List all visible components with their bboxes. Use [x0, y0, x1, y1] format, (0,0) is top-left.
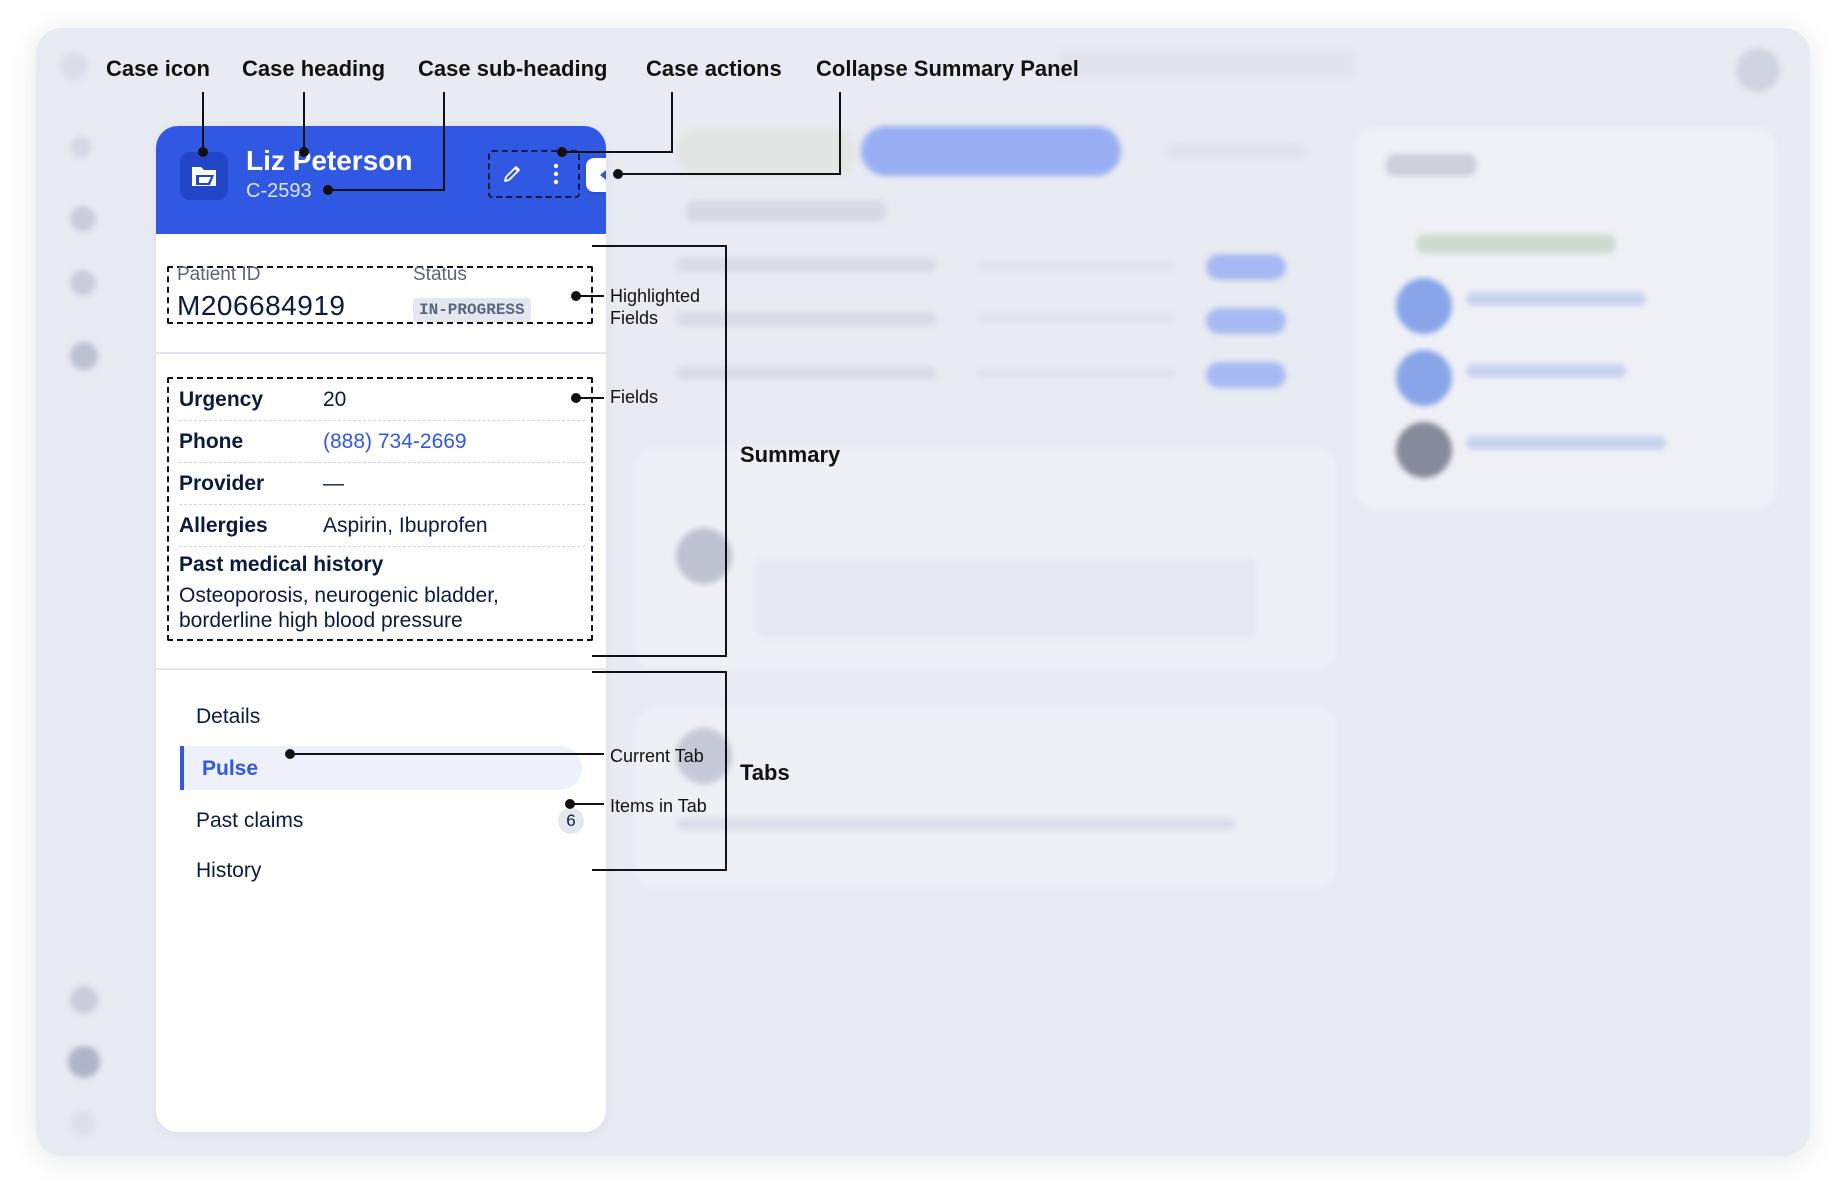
rail-icon	[70, 986, 98, 1014]
edit-button[interactable]	[495, 157, 529, 191]
tab-label: History	[196, 859, 262, 882]
caret-left-icon	[600, 170, 606, 180]
tab-pill	[676, 128, 856, 176]
list-row	[976, 314, 1176, 324]
field-phone: Phone (888) 734-2669	[179, 421, 585, 463]
list-badge	[1206, 362, 1286, 388]
case-heading: Liz Peterson	[246, 145, 413, 176]
tab-label: Pulse	[202, 757, 259, 780]
menu-icon	[60, 52, 88, 80]
panel-row	[1416, 234, 1616, 254]
field-urgency: Urgency 20	[179, 379, 585, 421]
annotation-case-icon: Case icon	[106, 56, 210, 81]
field-value: 20	[323, 388, 347, 411]
card-text	[676, 818, 1236, 830]
more-actions-button[interactable]	[539, 157, 573, 191]
patient-id-value: M206684919	[177, 290, 346, 321]
patient-id-label: Patient ID	[177, 264, 261, 285]
annotation-summary: Summary	[740, 442, 841, 467]
case-sub-heading: C-2593	[246, 180, 312, 202]
pencil-icon	[504, 166, 520, 182]
rail-icon	[70, 136, 92, 158]
annotation-items-in-tab: Items in Tab	[610, 796, 707, 816]
annotation-tabs: Tabs	[740, 760, 790, 785]
annotation-case-actions: Case actions	[646, 56, 782, 81]
case-summary-panel: Liz Peterson C-2593 Patient ID M20668491…	[156, 126, 606, 1132]
annotation-highlighted-fields: Highlighted Fields	[610, 286, 701, 328]
tab-pill-active	[861, 126, 1121, 176]
comment-box	[756, 558, 1256, 638]
field-label: Phone	[179, 430, 244, 453]
tab-count-badge: 6	[558, 808, 584, 834]
field-value: —	[323, 472, 344, 495]
tab-history[interactable]: History	[180, 848, 582, 892]
list-row	[976, 368, 1176, 378]
field-allergies: Allergies Aspirin, Ibuprofen	[179, 505, 585, 547]
tab-label: Details	[196, 705, 261, 728]
tab-label: Past claims	[196, 809, 304, 832]
past-medical-history-value: Osteoporosis, neurogenic bladder, border…	[179, 584, 499, 632]
more-vertical-icon	[553, 163, 559, 185]
rail-icon	[68, 1046, 100, 1078]
search-bar	[1056, 48, 1356, 80]
list-row	[676, 258, 936, 272]
highlighted-fields: Patient ID M206684919 Status IN-PROGRESS	[167, 264, 593, 324]
panel-title	[1386, 154, 1476, 176]
section-title	[686, 200, 886, 222]
annotation-case-heading: Case heading	[242, 56, 386, 81]
field-provider: Provider —	[179, 463, 585, 505]
avatar	[1396, 350, 1452, 406]
phone-link[interactable]: (888) 734-2669	[323, 430, 467, 454]
avatar	[1396, 422, 1452, 478]
rail-icon	[70, 342, 98, 370]
past-medical-history-label: Past medical history	[179, 553, 384, 576]
case-header: Liz Peterson C-2593	[156, 126, 606, 234]
panel-row	[1466, 364, 1626, 378]
folder-icon	[180, 152, 228, 200]
panel-row	[1466, 436, 1666, 450]
annotation-current-tab: Current Tab	[610, 746, 704, 766]
rail-icon	[70, 270, 96, 296]
divider	[156, 668, 606, 670]
avatar	[1396, 278, 1452, 334]
fields-section: Urgency 20 Phone (888) 734-2669 Provider…	[167, 377, 593, 641]
list-row	[976, 260, 1176, 270]
annotation-fields: Fields	[610, 387, 659, 407]
rail-icon	[70, 1110, 96, 1136]
tab-pill	[1166, 143, 1306, 159]
avatar	[676, 528, 732, 584]
case-actions	[488, 150, 580, 198]
annotation-collapse-panel: Collapse Summary Panel	[816, 56, 1079, 81]
field-label: Allergies	[179, 514, 268, 537]
field-label: Urgency	[179, 388, 264, 411]
status-label: Status	[413, 264, 467, 285]
avatar	[1736, 48, 1780, 92]
field-value: Aspirin, Ibuprofen	[323, 514, 488, 537]
list-row	[676, 366, 936, 380]
annotation-case-sub-heading: Case sub-heading	[418, 56, 608, 81]
status-badge: IN-PROGRESS	[413, 298, 531, 322]
list-badge	[1206, 254, 1286, 280]
rail-icon	[70, 206, 96, 232]
field-label: Provider	[179, 472, 265, 495]
list-badge	[1206, 308, 1286, 334]
divider	[156, 352, 606, 354]
tab-pulse[interactable]: Pulse	[180, 746, 582, 790]
feed-card	[636, 708, 1336, 888]
tab-past-claims[interactable]: Past claims 6	[180, 798, 584, 842]
tab-details[interactable]: Details	[180, 694, 582, 738]
collapse-summary-button[interactable]	[586, 158, 606, 192]
panel-row	[1466, 292, 1646, 306]
